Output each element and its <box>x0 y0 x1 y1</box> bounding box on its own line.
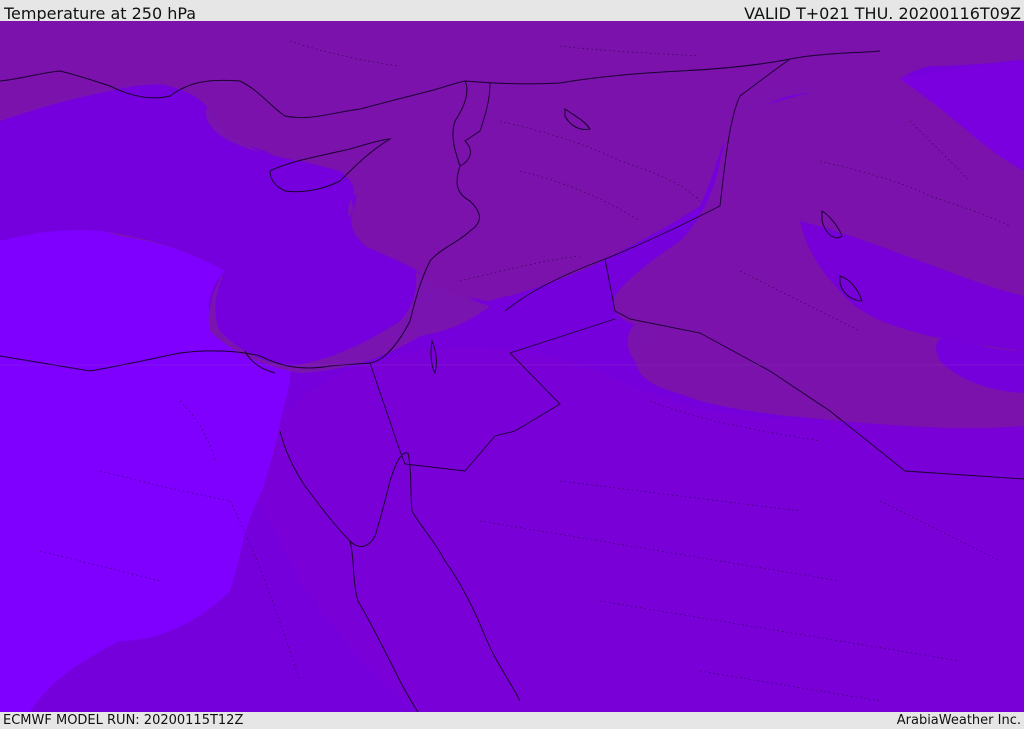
header-bar: Temperature at 250 hPa VALID T+021 THU. … <box>0 0 1024 23</box>
provider-label: ArabiaWeather Inc. <box>896 713 1021 728</box>
map-panel <box>0 21 1024 712</box>
model-run-label: ECMWF MODEL RUN: 20200115T12Z <box>3 713 244 728</box>
footer-bar: ECMWF MODEL RUN: 20200115T12Z ArabiaWeat… <box>0 712 1024 729</box>
map-figure: Temperature at 250 hPa VALID T+021 THU. … <box>0 0 1024 729</box>
map-svg <box>0 21 1024 712</box>
